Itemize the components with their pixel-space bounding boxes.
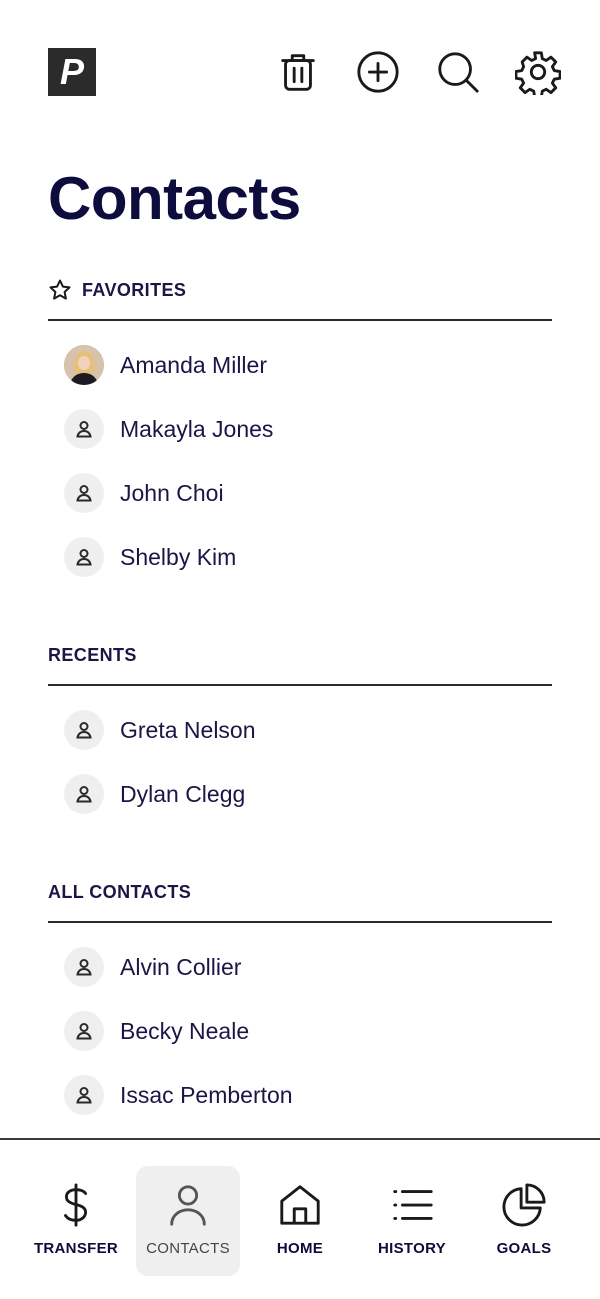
person-icon [76,1023,92,1040]
all-contacts-section: ALL CONTACTS Alvin Collier Becky Neale I… [48,877,552,1127]
profile-photo [64,345,104,385]
nav-contacts[interactable]: CONTACTS [136,1166,240,1276]
contact-becky-neale[interactable]: Becky Neale [48,999,552,1063]
person-icon [170,1185,206,1226]
trash-icon [281,54,315,91]
settings-button[interactable] [514,48,562,96]
recents-section: RECENTS Greta Nelson Dylan Clegg [48,640,552,826]
avatar [64,345,104,385]
nav-icon-wrap [276,1180,324,1230]
nav-icon-wrap [500,1180,548,1230]
all-contacts-title: ALL CONTACTS [48,881,192,902]
contact-alvin-collier[interactable]: Alvin Collier [48,935,552,999]
contact-issac-pemberton[interactable]: Issac Pemberton [48,1063,552,1127]
pie-chart-icon [502,1183,546,1227]
nav-history[interactable]: HISTORY [360,1166,464,1276]
nav-label: GOALS [496,1240,552,1257]
avatar [64,1075,104,1115]
avatar [64,409,104,449]
avatar [64,947,104,987]
nav-icon-wrap [52,1180,100,1230]
search-icon [438,52,479,93]
nav-goals[interactable]: GOALS [472,1166,576,1276]
person-icon [76,549,92,566]
favorites-section: FAVORITES Amanda Miller Makayla Jones Jo… [48,275,552,589]
contact-shelby-kim[interactable]: Shelby Kim [48,525,552,589]
star-outline-icon [49,279,71,300]
search-button[interactable] [434,48,482,96]
person-icon [76,959,92,976]
delete-button[interactable] [274,48,322,96]
person-icon [76,485,92,502]
add-contact-button[interactable] [354,48,402,96]
contact-name: John Choi [120,479,224,506]
avatar [64,710,104,750]
list-icon [393,1190,433,1220]
add-circle-icon [357,51,399,93]
contact-name: Shelby Kim [120,543,237,570]
nav-label: HOME [276,1240,324,1257]
contact-john-choi[interactable]: John Choi [48,461,552,525]
bottom-nav: TRANSFER CONTACTS HOME HISTORY GOALS [0,1138,600,1299]
gear-icon [515,51,561,95]
contact-name: Issac Pemberton [120,1081,293,1108]
recents-title: RECENTS [48,644,137,665]
nav-label: TRANSFER [33,1240,119,1257]
recents-header: RECENTS [48,640,552,670]
top-toolbar [274,48,562,96]
person-icon [76,786,92,803]
avatar [64,1011,104,1051]
nav-icon-wrap [388,1180,436,1230]
contact-name: Alvin Collier [120,953,242,980]
contact-name: Dylan Clegg [120,780,246,807]
favorites-title: FAVORITES [82,279,187,300]
contact-makayla-jones[interactable]: Makayla Jones [48,397,552,461]
contact-greta-nelson[interactable]: Greta Nelson [48,698,552,762]
avatar [64,473,104,513]
favorites-list: Amanda Miller Makayla Jones John Choi Sh… [48,333,552,589]
section-divider [48,921,552,923]
recents-list: Greta Nelson Dylan Clegg [48,698,552,826]
all-contacts-header: ALL CONTACTS [48,877,552,907]
contact-name: Amanda Miller [120,351,267,378]
section-divider [48,319,552,321]
nav-label: HISTORY [378,1240,446,1257]
nav-icon-wrap [164,1180,212,1230]
nav-home[interactable]: HOME [248,1166,352,1276]
person-icon [76,421,92,438]
contact-name: Greta Nelson [120,716,256,743]
favorites-header: FAVORITES [48,275,552,305]
contact-amanda-miller[interactable]: Amanda Miller [48,333,552,397]
avatar [64,774,104,814]
home-icon [280,1185,320,1225]
section-divider [48,684,552,686]
dollar-icon [64,1183,88,1227]
nav-transfer[interactable]: TRANSFER [24,1166,128,1276]
person-icon [76,722,92,739]
avatar [64,537,104,577]
contact-name: Makayla Jones [120,415,274,442]
all-contacts-list: Alvin Collier Becky Neale Issac Pemberto… [48,935,552,1127]
contact-dylan-clegg[interactable]: Dylan Clegg [48,762,552,826]
app-logo: P [48,48,96,96]
page-title: Contacts [48,165,301,232]
person-icon [76,1087,92,1104]
nav-label: CONTACTS [146,1240,230,1257]
contact-name: Becky Neale [120,1017,250,1044]
